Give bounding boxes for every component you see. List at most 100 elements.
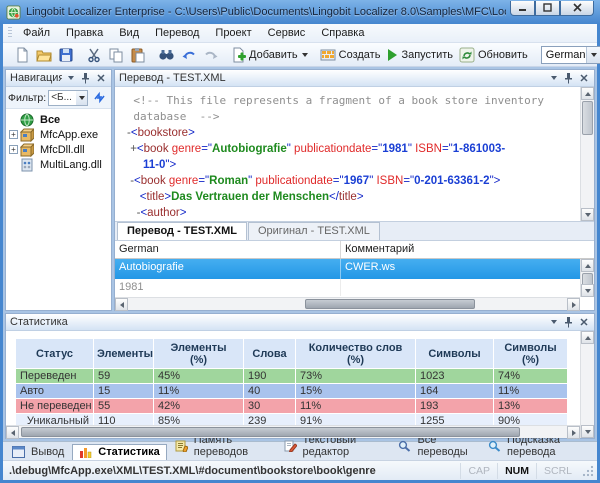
scroll-down-button[interactable] bbox=[581, 425, 594, 438]
refresh-button[interactable]: Обновить bbox=[456, 45, 531, 65]
tool-tab-Вывод[interactable]: Вывод bbox=[5, 444, 71, 460]
tree-expander[interactable]: + bbox=[9, 145, 18, 154]
statistics-column-header: Символы bbox=[416, 339, 494, 369]
statistics-table: СтатусЭлементыЭлементы (%)СловаКоличеств… bbox=[15, 338, 568, 425]
find-button[interactable] bbox=[155, 45, 178, 65]
filter-combobox[interactable]: <Б... bbox=[48, 90, 88, 106]
close-button[interactable] bbox=[560, 1, 594, 16]
scrollbar-thumb[interactable] bbox=[305, 299, 475, 309]
table-row[interactable]: AutobiografieCWER.ws bbox=[115, 259, 594, 279]
chevron-down-icon bbox=[591, 53, 597, 57]
panel-menu-button[interactable] bbox=[547, 316, 560, 329]
scroll-left-button[interactable] bbox=[6, 426, 19, 439]
redo-button[interactable] bbox=[200, 45, 222, 65]
scroll-right-button[interactable] bbox=[567, 298, 580, 311]
statistics-vertical-scrollbar[interactable] bbox=[580, 331, 594, 438]
paste-button[interactable] bbox=[127, 45, 149, 65]
resize-grip[interactable] bbox=[581, 464, 595, 478]
filter-dropdown-button[interactable] bbox=[76, 91, 87, 105]
scroll-down-button[interactable] bbox=[581, 208, 594, 221]
undo-button[interactable] bbox=[178, 45, 200, 65]
open-button[interactable] bbox=[33, 45, 55, 65]
xml-expander[interactable]: + bbox=[130, 143, 137, 155]
language-combobox[interactable]: German bbox=[541, 46, 600, 64]
grid-horizontal-scrollbar[interactable] bbox=[115, 297, 580, 310]
tree-item-MfcApp.exe[interactable]: +MfcApp.exe bbox=[6, 127, 111, 142]
menu-item-Справка[interactable]: Справка bbox=[313, 25, 372, 41]
statistics-value-cell: 164 bbox=[416, 384, 494, 399]
panel-menu-button[interactable] bbox=[64, 72, 77, 85]
menu-item-Правка[interactable]: Правка bbox=[58, 25, 111, 41]
save-button[interactable] bbox=[55, 45, 77, 65]
minimize-button[interactable] bbox=[510, 1, 535, 16]
grid-cell[interactable]: CWER.ws bbox=[341, 259, 594, 279]
translation-panel-title: Перевод - TEST.XML bbox=[119, 72, 545, 84]
filter-value: <Б... bbox=[49, 92, 76, 103]
editor-tab-Перевод - TEST.XML[interactable]: Перевод - TEST.XML bbox=[117, 222, 247, 240]
menu-item-Вид[interactable]: Вид bbox=[111, 25, 147, 41]
scroll-down-button[interactable] bbox=[581, 284, 594, 297]
tree-item-MultiLang.dll[interactable]: MultiLang.dll bbox=[6, 157, 111, 172]
xml-line: -<author> bbox=[127, 205, 578, 221]
panel-close-button[interactable] bbox=[577, 316, 590, 329]
xml-line: 11-0"> bbox=[127, 157, 578, 173]
statistics-horizontal-scrollbar[interactable] bbox=[6, 425, 580, 438]
grid-cell[interactable]: 1981 bbox=[115, 279, 341, 296]
run-button[interactable]: Запустить bbox=[383, 46, 456, 64]
tree-item-MfcDll.dll[interactable]: +MfcDll.dll bbox=[6, 142, 111, 157]
editor-tab-Оригинал - TEST.XML[interactable]: Оригинал - TEST.XML bbox=[248, 222, 380, 240]
statistics-value-cell: 193 bbox=[416, 399, 494, 414]
triangle-up-icon bbox=[585, 92, 591, 96]
tree-item-Все[interactable]: Все bbox=[6, 112, 111, 127]
menu-item-Перевод[interactable]: Перевод bbox=[147, 25, 207, 41]
panel-menu-button[interactable] bbox=[547, 72, 560, 85]
play-icon bbox=[386, 48, 398, 62]
panel-close-button[interactable] bbox=[577, 72, 590, 85]
xml-line: database --> bbox=[127, 109, 578, 125]
scroll-left-button[interactable] bbox=[115, 298, 128, 311]
triangle-down-icon bbox=[585, 289, 591, 293]
create-button[interactable]: Создать bbox=[317, 45, 384, 65]
grid-column-german[interactable]: German bbox=[115, 241, 341, 258]
grid-vertical-scrollbar[interactable] bbox=[580, 259, 594, 297]
close-icon bbox=[580, 74, 588, 82]
statistics-row-Уникальный: Уникальный11085%23991%125590% bbox=[16, 414, 568, 426]
open-folder-icon bbox=[36, 47, 52, 63]
panel-pin-button[interactable] bbox=[562, 316, 575, 329]
scroll-up-button[interactable] bbox=[581, 331, 594, 344]
maximize-button[interactable] bbox=[535, 1, 560, 16]
title-bar: Lingobit Localizer Enterprise - C:\Users… bbox=[0, 0, 600, 24]
tool-tab-Статистика[interactable]: Статистика bbox=[72, 444, 167, 460]
panel-close-button[interactable] bbox=[94, 72, 107, 85]
xml-code[interactable]: <!-- This file represents a fragment of … bbox=[115, 87, 580, 221]
tree-expander[interactable]: + bbox=[9, 130, 18, 139]
grid-column-comment[interactable]: Комментарий bbox=[341, 241, 594, 258]
menu-item-Файл[interactable]: Файл bbox=[15, 25, 58, 41]
pin-icon bbox=[81, 73, 90, 84]
panel-pin-button[interactable] bbox=[79, 72, 92, 85]
grid-cell[interactable]: Autobiografie bbox=[115, 259, 341, 279]
scrollbar-thumb[interactable] bbox=[582, 101, 593, 135]
scroll-up-button[interactable] bbox=[581, 87, 594, 100]
text-editor-icon bbox=[284, 440, 300, 452]
cut-button[interactable] bbox=[83, 45, 105, 65]
paste-icon bbox=[130, 47, 146, 63]
language-dropdown-button[interactable] bbox=[586, 47, 600, 63]
new-button[interactable] bbox=[11, 45, 33, 65]
triangle-up-icon bbox=[585, 264, 591, 268]
create-button-label: Создать bbox=[339, 49, 381, 61]
xml-vertical-scrollbar[interactable] bbox=[580, 87, 594, 221]
scroll-up-button[interactable] bbox=[581, 259, 594, 272]
copy-button[interactable] bbox=[105, 45, 127, 65]
menu-item-Сервис[interactable]: Сервис bbox=[260, 25, 314, 41]
navigation-panel-header: Навигация bbox=[6, 70, 111, 87]
add-button[interactable]: Добавить bbox=[228, 45, 311, 65]
table-row[interactable]: 1981 bbox=[115, 279, 594, 296]
menu-item-Проект[interactable]: Проект bbox=[207, 25, 259, 41]
grid-cell[interactable] bbox=[341, 279, 594, 296]
scroll-right-button[interactable] bbox=[567, 426, 580, 439]
filter-refresh-button[interactable] bbox=[90, 89, 108, 107]
pin-icon bbox=[564, 73, 573, 84]
panel-pin-button[interactable] bbox=[562, 72, 575, 85]
scrollbar-thumb[interactable] bbox=[21, 427, 520, 437]
